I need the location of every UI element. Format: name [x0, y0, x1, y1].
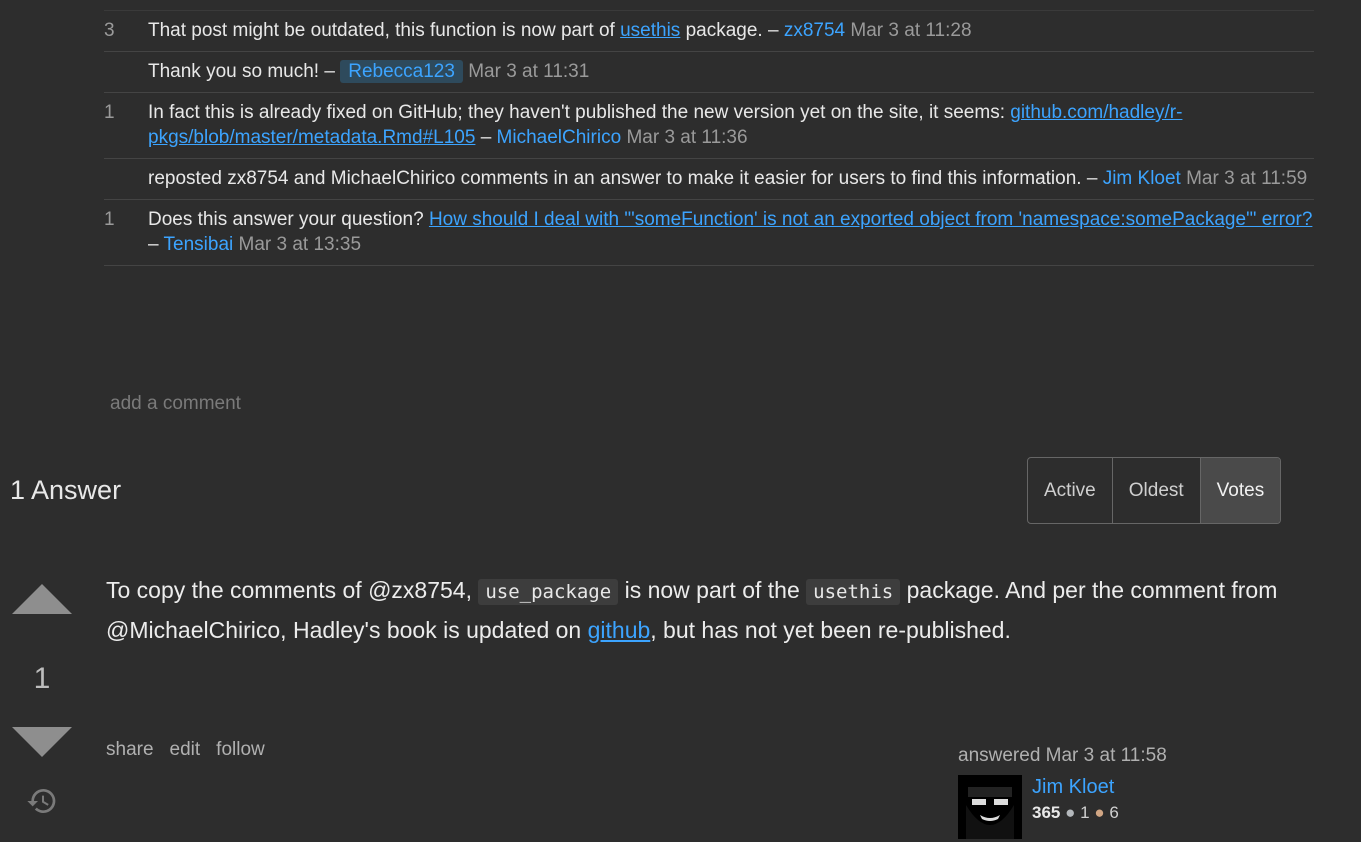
silver-badge-count: 1	[1080, 803, 1090, 822]
comment-user[interactable]: MichaelChirico	[497, 127, 622, 148]
comment-text: Thank you so much! –	[148, 61, 341, 82]
answers-heading: 1 Answer	[10, 475, 122, 505]
user-name-link[interactable]: Jim Kloet	[1032, 775, 1119, 800]
comment-text: That post might be outdated, this functi…	[148, 20, 621, 41]
comment-date[interactable]: Mar 3 at 11:31	[468, 61, 589, 82]
comment-text: –	[475, 127, 497, 148]
reputation-score: 365	[1032, 803, 1061, 822]
comment-score: 3	[104, 20, 115, 41]
comment-text: Does this answer your question?	[148, 209, 429, 230]
comment-text: reposted zx8754 and MichaelChirico comme…	[148, 168, 1103, 189]
sort-tab-oldest[interactable]: Oldest	[1111, 458, 1200, 523]
edit-link[interactable]: edit	[170, 739, 201, 761]
vote-controls: 1	[12, 584, 72, 757]
comment-link[interactable]: How should I deal with "'someFunction' i…	[429, 209, 1312, 230]
history-icon[interactable]	[26, 785, 58, 817]
answer-text: To copy the comments of @zx8754,	[106, 577, 479, 603]
inline-code: usethis	[806, 579, 901, 605]
comment-date[interactable]: Mar 3 at 11:28	[850, 20, 971, 41]
comment-score	[104, 59, 148, 84]
comment-user[interactable]: zx8754	[784, 20, 845, 41]
github-link[interactable]: github	[588, 617, 651, 643]
comment-text: –	[148, 234, 164, 255]
comment: Thank you so much! – Rebecca123 Mar 3 at…	[104, 51, 1314, 92]
sort-tab-active[interactable]: Active	[1028, 458, 1112, 523]
answer-text: is now part of the	[618, 577, 807, 603]
follow-link[interactable]: follow	[216, 739, 265, 761]
comment: 3 That post might be outdated, this func…	[104, 10, 1314, 51]
share-link[interactable]: share	[106, 739, 154, 761]
comment-date[interactable]: Mar 3 at 13:35	[239, 234, 362, 255]
bronze-badge-icon: ●	[1094, 803, 1105, 822]
comment: 1 In fact this is already fixed on GitHu…	[104, 92, 1314, 158]
comment-score: 1	[104, 102, 115, 123]
comment-score	[104, 166, 148, 191]
comment: reposted zx8754 and MichaelChirico comme…	[104, 158, 1314, 199]
comments-divider	[104, 265, 1314, 266]
downvote-arrow-icon[interactable]	[12, 727, 72, 757]
comment-list: 3 That post might be outdated, this func…	[104, 10, 1314, 266]
comment-score: 1	[104, 209, 115, 230]
answered-date[interactable]: answered Mar 3 at 11:58	[958, 745, 1258, 767]
comment-date[interactable]: Mar 3 at 11:59	[1186, 168, 1307, 189]
vote-count: 1	[33, 662, 51, 695]
sort-tab-votes[interactable]: Votes	[1199, 458, 1281, 523]
silver-badge-icon: ●	[1065, 803, 1076, 822]
answer-body: To copy the comments of @zx8754, use_pac…	[106, 571, 1306, 649]
answer-sort-tabs: Active Oldest Votes	[1027, 457, 1282, 524]
comment-user[interactable]: Rebecca123	[340, 60, 463, 83]
comment-link[interactable]: usethis	[620, 20, 680, 41]
avatar[interactable]	[958, 775, 1022, 839]
comment-user[interactable]: Jim Kloet	[1103, 168, 1181, 189]
user-reputation: 365 ● 1 ● 6	[1032, 800, 1119, 825]
upvote-arrow-icon[interactable]	[12, 584, 72, 614]
comment: 1 Does this answer your question? How sh…	[104, 199, 1314, 265]
answer-text: , but has not yet been re-published.	[650, 617, 1011, 643]
comment-date[interactable]: Mar 3 at 11:36	[626, 127, 747, 148]
inline-code: use_package	[478, 579, 619, 605]
post-menu: share edit follow	[106, 739, 265, 761]
user-card: answered Mar 3 at 11:58 Jim Kloet 365 ● …	[958, 745, 1258, 839]
comment-text: In fact this is already fixed on GitHub;…	[148, 102, 1011, 123]
comment-text: package. –	[680, 20, 784, 41]
add-comment-link[interactable]: add a comment	[110, 393, 241, 415]
comment-user[interactable]: Tensibai	[164, 234, 234, 255]
bronze-badge-count: 6	[1109, 803, 1119, 822]
